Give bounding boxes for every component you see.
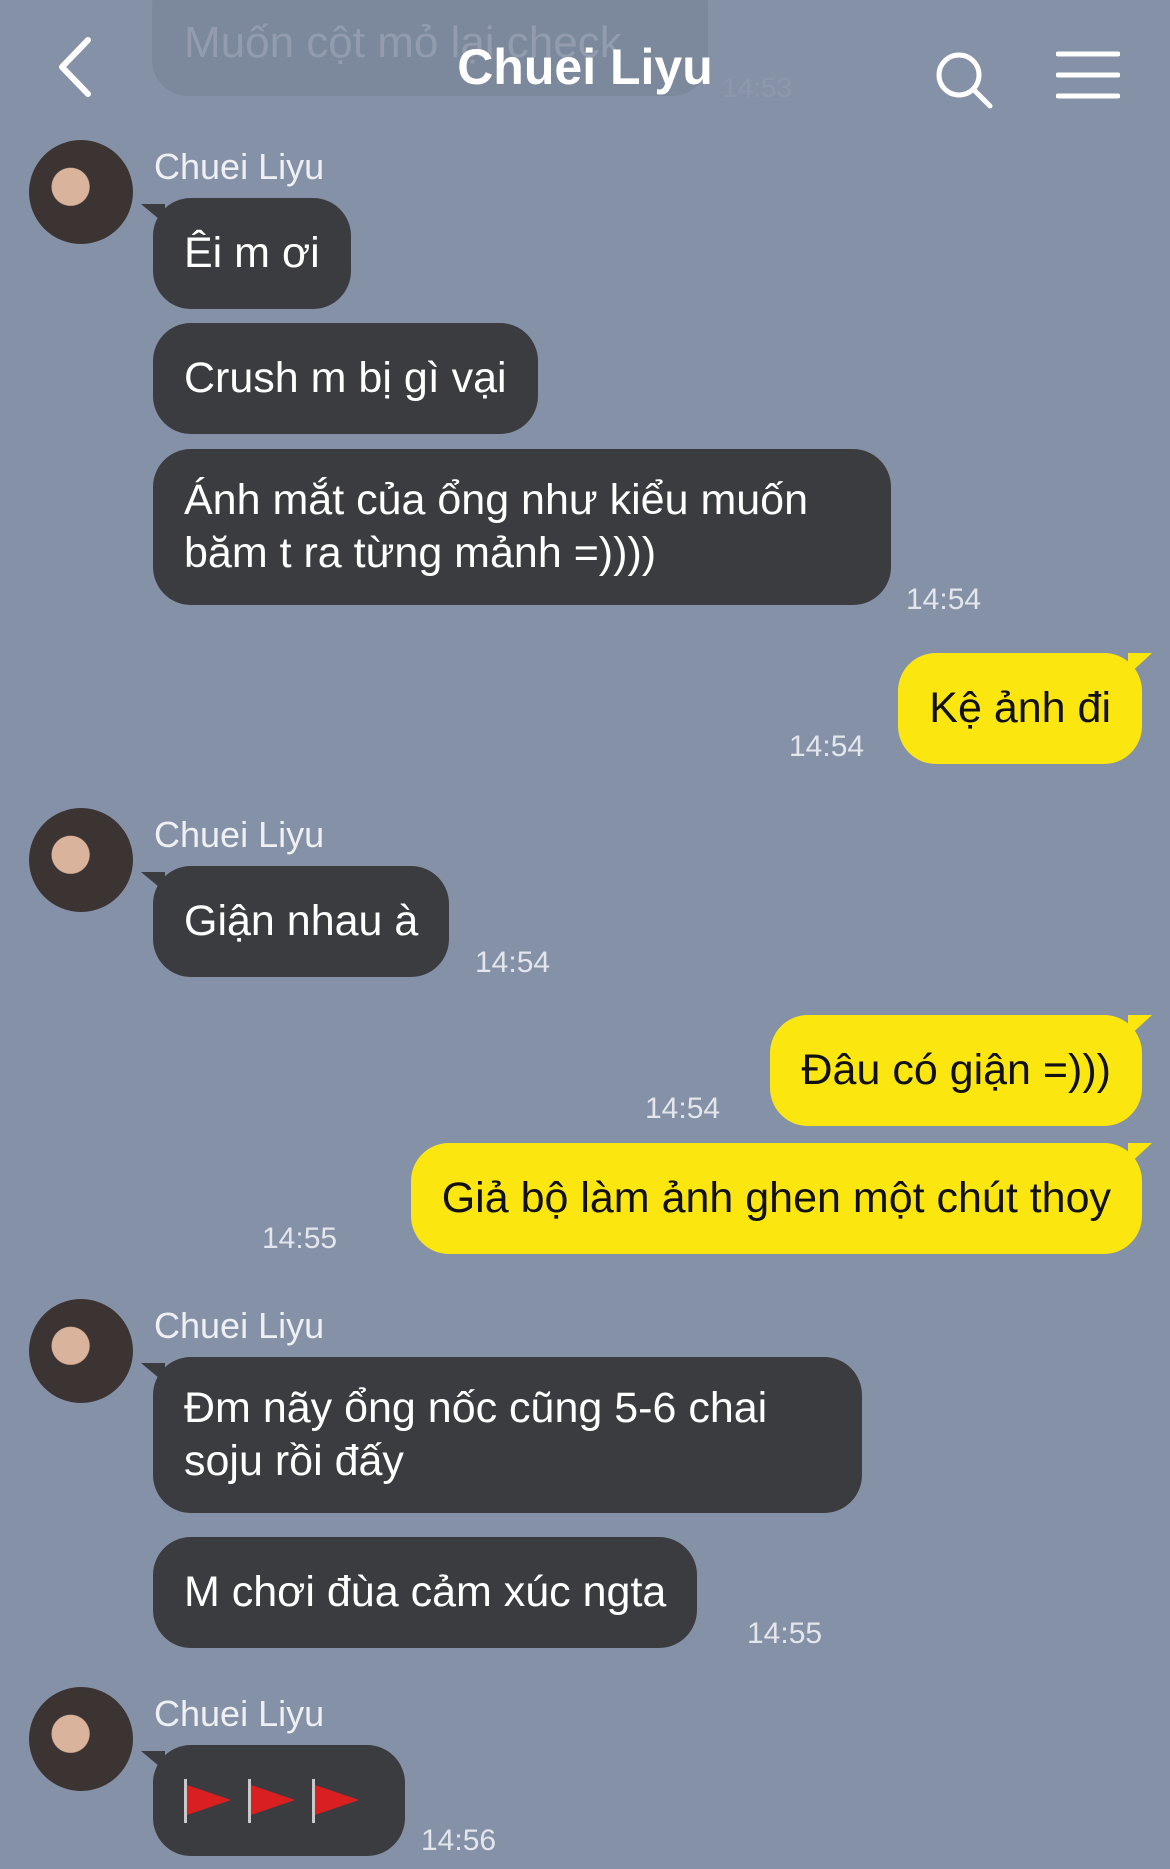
avatar[interactable]	[29, 1687, 133, 1791]
avatar[interactable]	[29, 140, 133, 244]
bubble-tail	[1128, 1143, 1152, 1165]
bubble-tail	[141, 1363, 165, 1383]
message-bubble[interactable]: Crush m bị gì vại	[153, 323, 538, 434]
message-time: 14:54	[645, 1092, 721, 1125]
message-text-line: băm t ra từng mảnh =))))	[184, 529, 657, 577]
bubble-tail	[141, 204, 165, 224]
flag-emoji-row	[184, 1774, 374, 1827]
bubble-tail	[141, 1751, 165, 1771]
message-text: Crush m bị gì vại	[184, 354, 507, 402]
search-button[interactable]	[932, 48, 996, 112]
message-bubble[interactable]	[141, 1745, 405, 1856]
message-time: 14:54	[475, 946, 551, 979]
message-bubble-sent[interactable]: Đâu có giận =)))	[770, 1015, 1152, 1126]
message-time: 14:55	[262, 1222, 338, 1255]
message-text-line: soju rồi đấy	[184, 1437, 404, 1485]
message-time: 14:54	[906, 583, 982, 616]
message-text-line: Đm nãy ổng nốc cũng 5-6 chai	[184, 1384, 768, 1432]
red-flag-icon	[312, 1778, 362, 1823]
sender-name: Chuei Liyu	[154, 1305, 325, 1346]
avatar[interactable]	[29, 808, 133, 912]
search-icon	[936, 52, 993, 109]
bubble-tail	[141, 872, 165, 892]
message-text: Kệ ảnh đi	[929, 684, 1111, 732]
sender-name: Chuei Liyu	[154, 1693, 325, 1734]
message-bubble[interactable]: Ánh mắt của ổng như kiểu muốn băm t ra t…	[153, 449, 891, 605]
message-time: 14:54	[789, 730, 865, 763]
avatar[interactable]	[29, 1299, 133, 1403]
message-bubble[interactable]: Êi m ơi	[141, 198, 351, 309]
message-text: Đâu có giận =)))	[801, 1046, 1111, 1094]
menu-button[interactable]	[1055, 50, 1121, 100]
message-text: Giả bộ làm ảnh ghen một chút thoy	[441, 1174, 1111, 1222]
red-flag-icon	[184, 1778, 234, 1823]
message-bubble[interactable]: Giận nhau à	[141, 866, 450, 977]
message-time: 14:56	[421, 1824, 497, 1857]
message-text: Êi m ơi	[184, 229, 320, 277]
sender-name: Chuei Liyu	[154, 146, 325, 187]
bubble-tail	[1128, 653, 1152, 675]
message-bubble-sent[interactable]: Giả bộ làm ảnh ghen một chút thoy	[410, 1143, 1152, 1254]
sender-name: Chuei Liyu	[154, 814, 325, 855]
hamburger-menu-icon	[1055, 51, 1121, 99]
message-bubble[interactable]: M chơi đùa cảm xúc ngta	[153, 1537, 698, 1648]
message-bubble-sent[interactable]: Kệ ảnh đi	[898, 653, 1152, 764]
red-flag-icon	[248, 1778, 298, 1823]
message-text-line: Ánh mắt của ổng như kiểu muốn	[184, 476, 809, 524]
message-text: Giận nhau à	[184, 897, 419, 945]
message-text: M chơi đùa cảm xúc ngta	[184, 1568, 667, 1616]
message-bubble[interactable]: Đm nãy ổng nốc cũng 5-6 chai soju rồi đấ…	[141, 1357, 862, 1513]
bubble-tail	[1128, 1015, 1152, 1037]
message-time: 14:55	[747, 1617, 823, 1650]
